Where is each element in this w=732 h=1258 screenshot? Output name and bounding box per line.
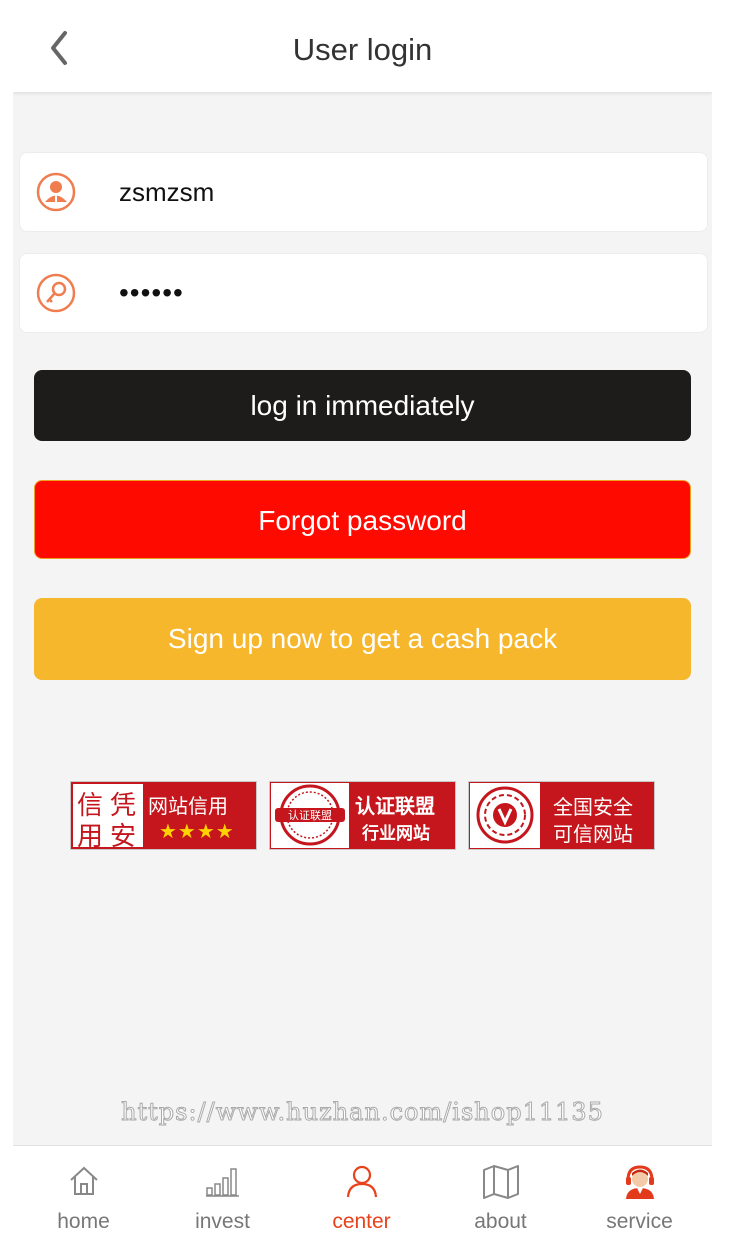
tab-center[interactable]: center	[292, 1146, 431, 1246]
page-title: User login	[292, 32, 433, 67]
tab-invest-label: invest	[195, 1210, 250, 1233]
security-line2: 可信网站	[553, 824, 633, 846]
credit-char-4: 安	[110, 822, 137, 850]
security-seal	[470, 783, 540, 848]
credit-text: 网站信用	[148, 796, 228, 818]
certification-seal-text: 认证联盟	[288, 810, 332, 822]
tab-home[interactable]: home	[14, 1146, 153, 1246]
password-input[interactable]: ••••••	[119, 254, 184, 332]
security-badge[interactable]: 全国安全 可信网站	[468, 781, 655, 850]
person-icon	[346, 1165, 377, 1198]
password-field[interactable]: ••••••	[19, 253, 708, 333]
bottom-tab-bar: home invest center about service	[13, 1145, 712, 1246]
credit-stars: ★★★★	[159, 821, 235, 843]
map-icon	[482, 1165, 519, 1199]
v-shield-icon	[476, 786, 534, 844]
key-icon	[36, 273, 76, 313]
login-button[interactable]: log in immediately	[34, 370, 691, 441]
signup-button[interactable]: Sign up now to get a cash pack	[34, 598, 691, 680]
tab-home-label: home	[57, 1210, 110, 1233]
credit-seal: 信 凭 用 安	[73, 784, 143, 850]
tab-invest[interactable]: invest	[153, 1146, 292, 1246]
tab-service-label: service	[606, 1210, 673, 1233]
username-field[interactable]: zsmzsm	[19, 152, 708, 232]
watermark: https://www.huzhan.com/ishop11135	[121, 1098, 604, 1127]
user-icon	[36, 172, 76, 212]
tab-center-label: center	[332, 1210, 391, 1233]
home-icon	[69, 1166, 98, 1195]
tab-about-label: about	[474, 1210, 527, 1233]
customer-service-icon	[625, 1165, 654, 1199]
certification-badge[interactable]: 认证联盟 认证联盟 行业网站	[269, 781, 456, 850]
tab-about[interactable]: about	[431, 1146, 570, 1246]
tab-service[interactable]: service	[570, 1146, 709, 1246]
app-frame: User login zsmzsm •••••• log in immediat…	[13, 6, 712, 1246]
security-line1: 全国安全	[553, 797, 633, 819]
username-input[interactable]: zsmzsm	[119, 153, 214, 231]
certification-line2: 行业网站	[362, 824, 430, 843]
forgot-password-button[interactable]: Forgot password	[34, 480, 691, 559]
certification-seal: 认证联盟	[271, 783, 349, 848]
bar-chart-icon	[205, 1168, 239, 1197]
header: User login	[13, 6, 712, 92]
certification-line1: 认证联盟	[355, 796, 435, 818]
credit-char-3: 用	[77, 822, 104, 850]
credit-badge[interactable]: 信 凭 用 安 网站信用 ★★★★	[70, 781, 257, 850]
